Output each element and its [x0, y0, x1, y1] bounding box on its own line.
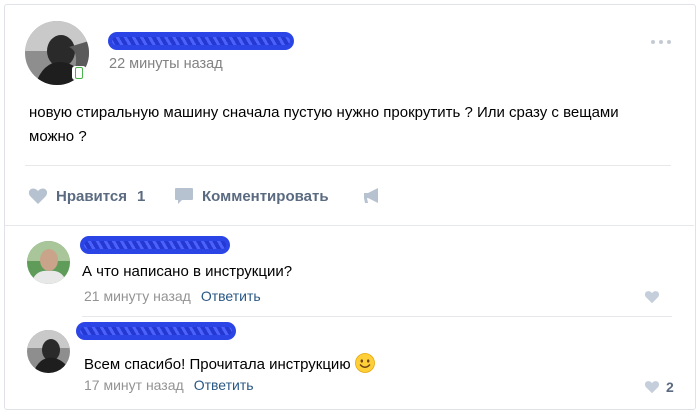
- post-timestamp[interactable]: 22 минуты назад: [109, 56, 223, 72]
- comment-meta: 21 минуту назад Ответить: [84, 288, 261, 304]
- comment-author-name-redacted[interactable]: [76, 322, 236, 340]
- comment-like-button[interactable]: 2: [644, 379, 674, 395]
- smiling-face-emoji: [354, 353, 375, 373]
- comment-author-avatar[interactable]: [27, 330, 70, 373]
- mobile-phone-icon: [72, 66, 86, 80]
- heart-icon: [28, 188, 48, 204]
- like-count: 1: [137, 187, 146, 205]
- reply-link[interactable]: Ответить: [194, 377, 254, 393]
- comment-text: Всем спасибо! Прочитала инструкцию: [84, 353, 375, 373]
- author-name-redacted[interactable]: [108, 32, 294, 50]
- like-button[interactable]: Нравится 1: [28, 185, 145, 207]
- comment-label: Комментировать: [202, 187, 329, 205]
- reply-link[interactable]: Ответить: [201, 288, 261, 304]
- post-card: [4, 4, 696, 410]
- divider: [5, 225, 694, 226]
- share-button[interactable]: [362, 185, 390, 207]
- comment-like-count: 2: [666, 379, 674, 395]
- comment-button[interactable]: Комментировать: [174, 185, 329, 207]
- comment-meta: 17 минут назад Ответить: [84, 377, 254, 393]
- more-dots-icon[interactable]: [650, 37, 676, 47]
- divider: [82, 316, 672, 317]
- comment-like-button[interactable]: [644, 290, 660, 304]
- heart-icon: [644, 381, 660, 394]
- comment-author-avatar[interactable]: [27, 241, 70, 284]
- comment-author-name-redacted[interactable]: [80, 236, 230, 254]
- comment-bubble-icon: [175, 188, 193, 204]
- comment-timestamp[interactable]: 17 минут назад: [84, 377, 184, 393]
- heart-icon: [644, 291, 660, 304]
- megaphone-icon: [364, 188, 378, 203]
- comment-timestamp[interactable]: 21 минуту назад: [84, 288, 191, 304]
- comment-text: А что написано в инструкции?: [82, 263, 293, 280]
- like-label: Нравится: [56, 187, 128, 205]
- divider: [25, 165, 671, 166]
- post-text: новую стиральную машину сначала пустую н…: [29, 104, 619, 145]
